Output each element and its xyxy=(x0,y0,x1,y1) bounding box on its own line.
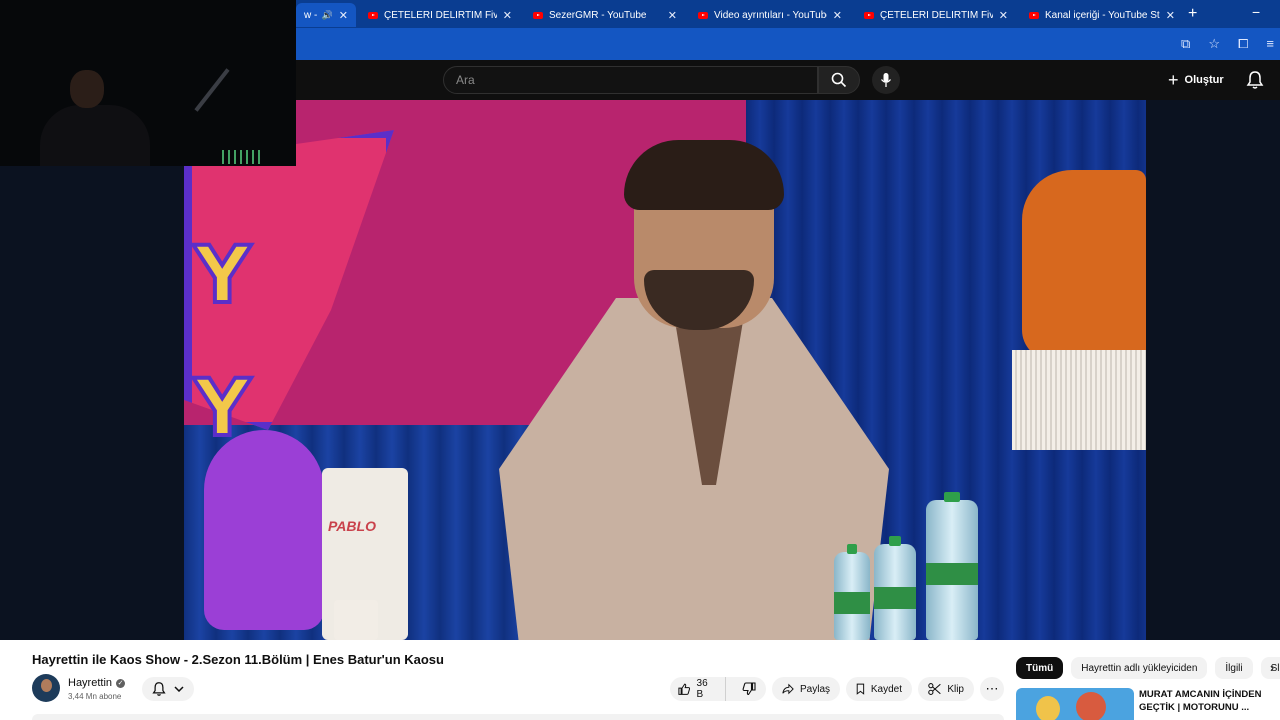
video-title: Hayrettin ile Kaos Show - 2.Sezon 11.Böl… xyxy=(32,652,444,667)
save-label: Kaydet xyxy=(870,683,902,695)
bell-icon xyxy=(152,682,166,696)
lamp-fringe xyxy=(1012,350,1146,450)
browser-tab[interactable]: SezerGMR - YouTube ✕ xyxy=(525,3,685,27)
youtube-favicon-icon xyxy=(864,11,874,19)
microphone-icon xyxy=(880,73,892,87)
close-tab-icon[interactable]: ✕ xyxy=(339,9,348,22)
video-frame[interactable]: YY PABLO xyxy=(184,100,1146,640)
person-hair xyxy=(624,140,784,210)
bag-label: PABLO xyxy=(328,518,376,534)
scissors-icon xyxy=(928,683,941,695)
bookmark-icon xyxy=(856,683,865,695)
thumbs-down-icon xyxy=(742,682,756,696)
mic-arm xyxy=(194,68,230,112)
more-icon: ⋯ xyxy=(985,681,999,696)
water-bottle xyxy=(874,536,916,640)
like-count: 36 B xyxy=(696,678,708,700)
clip-label: Klip xyxy=(947,683,964,695)
browser-tab[interactable]: Kanal içeriği - YouTube Studio ✕ xyxy=(1021,3,1183,27)
search-button[interactable] xyxy=(818,66,860,94)
youtube-favicon-icon xyxy=(533,11,543,19)
save-button[interactable]: Kaydet xyxy=(846,677,912,701)
description-box[interactable] xyxy=(32,714,1004,720)
paper-cup xyxy=(334,600,378,640)
create-button[interactable]: + Oluştur xyxy=(1168,68,1224,92)
subscription-bell-button[interactable] xyxy=(142,677,194,701)
streamer-body xyxy=(40,105,150,166)
browser-tab[interactable]: ÇETELERİ DELİRTİM Fivem troll... ✕ xyxy=(360,3,520,27)
reading-list-icon[interactable]: ≡ xyxy=(1266,36,1274,52)
search-icon xyxy=(831,72,847,88)
like-button[interactable]: 36 B xyxy=(670,677,726,701)
clip-button[interactable]: Klip xyxy=(918,677,974,701)
youtube-favicon-icon xyxy=(1029,11,1039,19)
bookmark-star-icon[interactable]: ☆ xyxy=(1208,36,1220,52)
search-placeholder: Ara xyxy=(456,73,475,87)
tab-title: SezerGMR - YouTube xyxy=(549,9,647,21)
avatar[interactable] xyxy=(32,674,60,702)
tab-title: Kanal içeriği - YouTube Studio xyxy=(1045,9,1160,21)
tab-title: ÇETELERİ DELİRTİM Fivem troll... xyxy=(880,9,993,21)
screen: w - 2... 🔊 ✕ ÇETELERİ DELİRTİM Fivem tro… xyxy=(0,0,1280,720)
new-tab-button[interactable]: + xyxy=(1188,5,1197,23)
minimize-button[interactable]: − xyxy=(1252,4,1260,20)
close-tab-icon[interactable]: ✕ xyxy=(833,9,842,22)
toolbar-icons: ⧉ ☆ ⧠ ≡ xyxy=(1181,36,1274,52)
tab-title: ÇETELERİ DELİRTİM Fivem troll... xyxy=(384,9,497,21)
water-bottle xyxy=(926,492,978,640)
plus-icon: + xyxy=(1168,69,1179,90)
water-bottle xyxy=(834,544,870,640)
related-filter-chips: Tümü Hayrettin adlı yükleyiciden İlgili … xyxy=(1016,657,1280,679)
lamp-shade xyxy=(1022,170,1146,360)
like-dislike-group: 36 B xyxy=(670,677,766,701)
extensions-icon[interactable]: ⧠ xyxy=(1238,36,1248,52)
chip-related[interactable]: İlgili xyxy=(1215,657,1253,679)
bell-icon xyxy=(1246,71,1264,89)
chip-from-uploader[interactable]: Hayrettin adlı yükleyiciden xyxy=(1071,657,1208,679)
recommendation-thumbnail[interactable] xyxy=(1016,688,1134,720)
channel-name[interactable]: Hayrettin xyxy=(68,677,112,689)
thumbs-up-icon xyxy=(678,683,691,695)
youtube-favicon-icon xyxy=(368,11,378,19)
more-actions-button[interactable]: ⋯ xyxy=(980,677,1004,701)
browser-tab[interactable]: ÇETELERİ DELİRTİM Fivem troll... ✕ xyxy=(856,3,1016,27)
youtube-favicon-icon xyxy=(698,11,708,19)
browser-tab[interactable]: Video ayrıntıları - YouTube Stu... ✕ xyxy=(690,3,850,27)
mascot-hand xyxy=(204,430,324,630)
video-info: Hayrettin ile Kaos Show - 2.Sezon 11.Böl… xyxy=(0,640,1280,720)
search-input[interactable]: Ara xyxy=(443,66,818,94)
tab-title: w - 2... xyxy=(304,9,318,21)
keyboard-lights xyxy=(222,150,262,164)
streamer-face xyxy=(70,70,104,108)
verified-badge-icon: ✓ xyxy=(116,678,126,688)
notifications-button[interactable] xyxy=(1246,70,1264,90)
share-button[interactable]: Paylaş xyxy=(772,677,840,701)
webcam-overlay xyxy=(0,0,296,166)
voice-search-button[interactable] xyxy=(872,66,900,94)
tab-title: Video ayrıntıları - YouTube Stu... xyxy=(714,9,827,21)
close-tab-icon[interactable]: ✕ xyxy=(503,9,512,22)
chevron-right-icon[interactable]: › xyxy=(1270,661,1274,675)
close-tab-icon[interactable]: ✕ xyxy=(668,9,677,22)
share-icon xyxy=(782,683,794,695)
video-player[interactable]: YY PABLO xyxy=(0,100,1280,640)
chip-all[interactable]: Tümü xyxy=(1016,657,1064,679)
close-tab-icon[interactable]: ✕ xyxy=(999,9,1008,22)
share-label: Paylaş xyxy=(799,683,830,695)
chevron-down-icon xyxy=(174,686,184,692)
close-tab-icon[interactable]: ✕ xyxy=(1166,9,1175,22)
dislike-button[interactable] xyxy=(732,677,766,701)
install-app-icon[interactable]: ⧉ xyxy=(1181,36,1190,52)
channel-name-row[interactable]: Hayrettin ✓ xyxy=(68,677,126,689)
speaker-icon[interactable]: 🔊 xyxy=(322,10,333,21)
subscriber-count: 3,44 Mn abone xyxy=(68,692,122,701)
create-label: Oluştur xyxy=(1184,74,1224,86)
recommendation-title[interactable]: MURAT AMCANIN İÇİNDEN GEÇTİK | MOTORUNU … xyxy=(1139,688,1269,714)
browser-tab-active[interactable]: w - 2... 🔊 ✕ xyxy=(296,3,356,27)
